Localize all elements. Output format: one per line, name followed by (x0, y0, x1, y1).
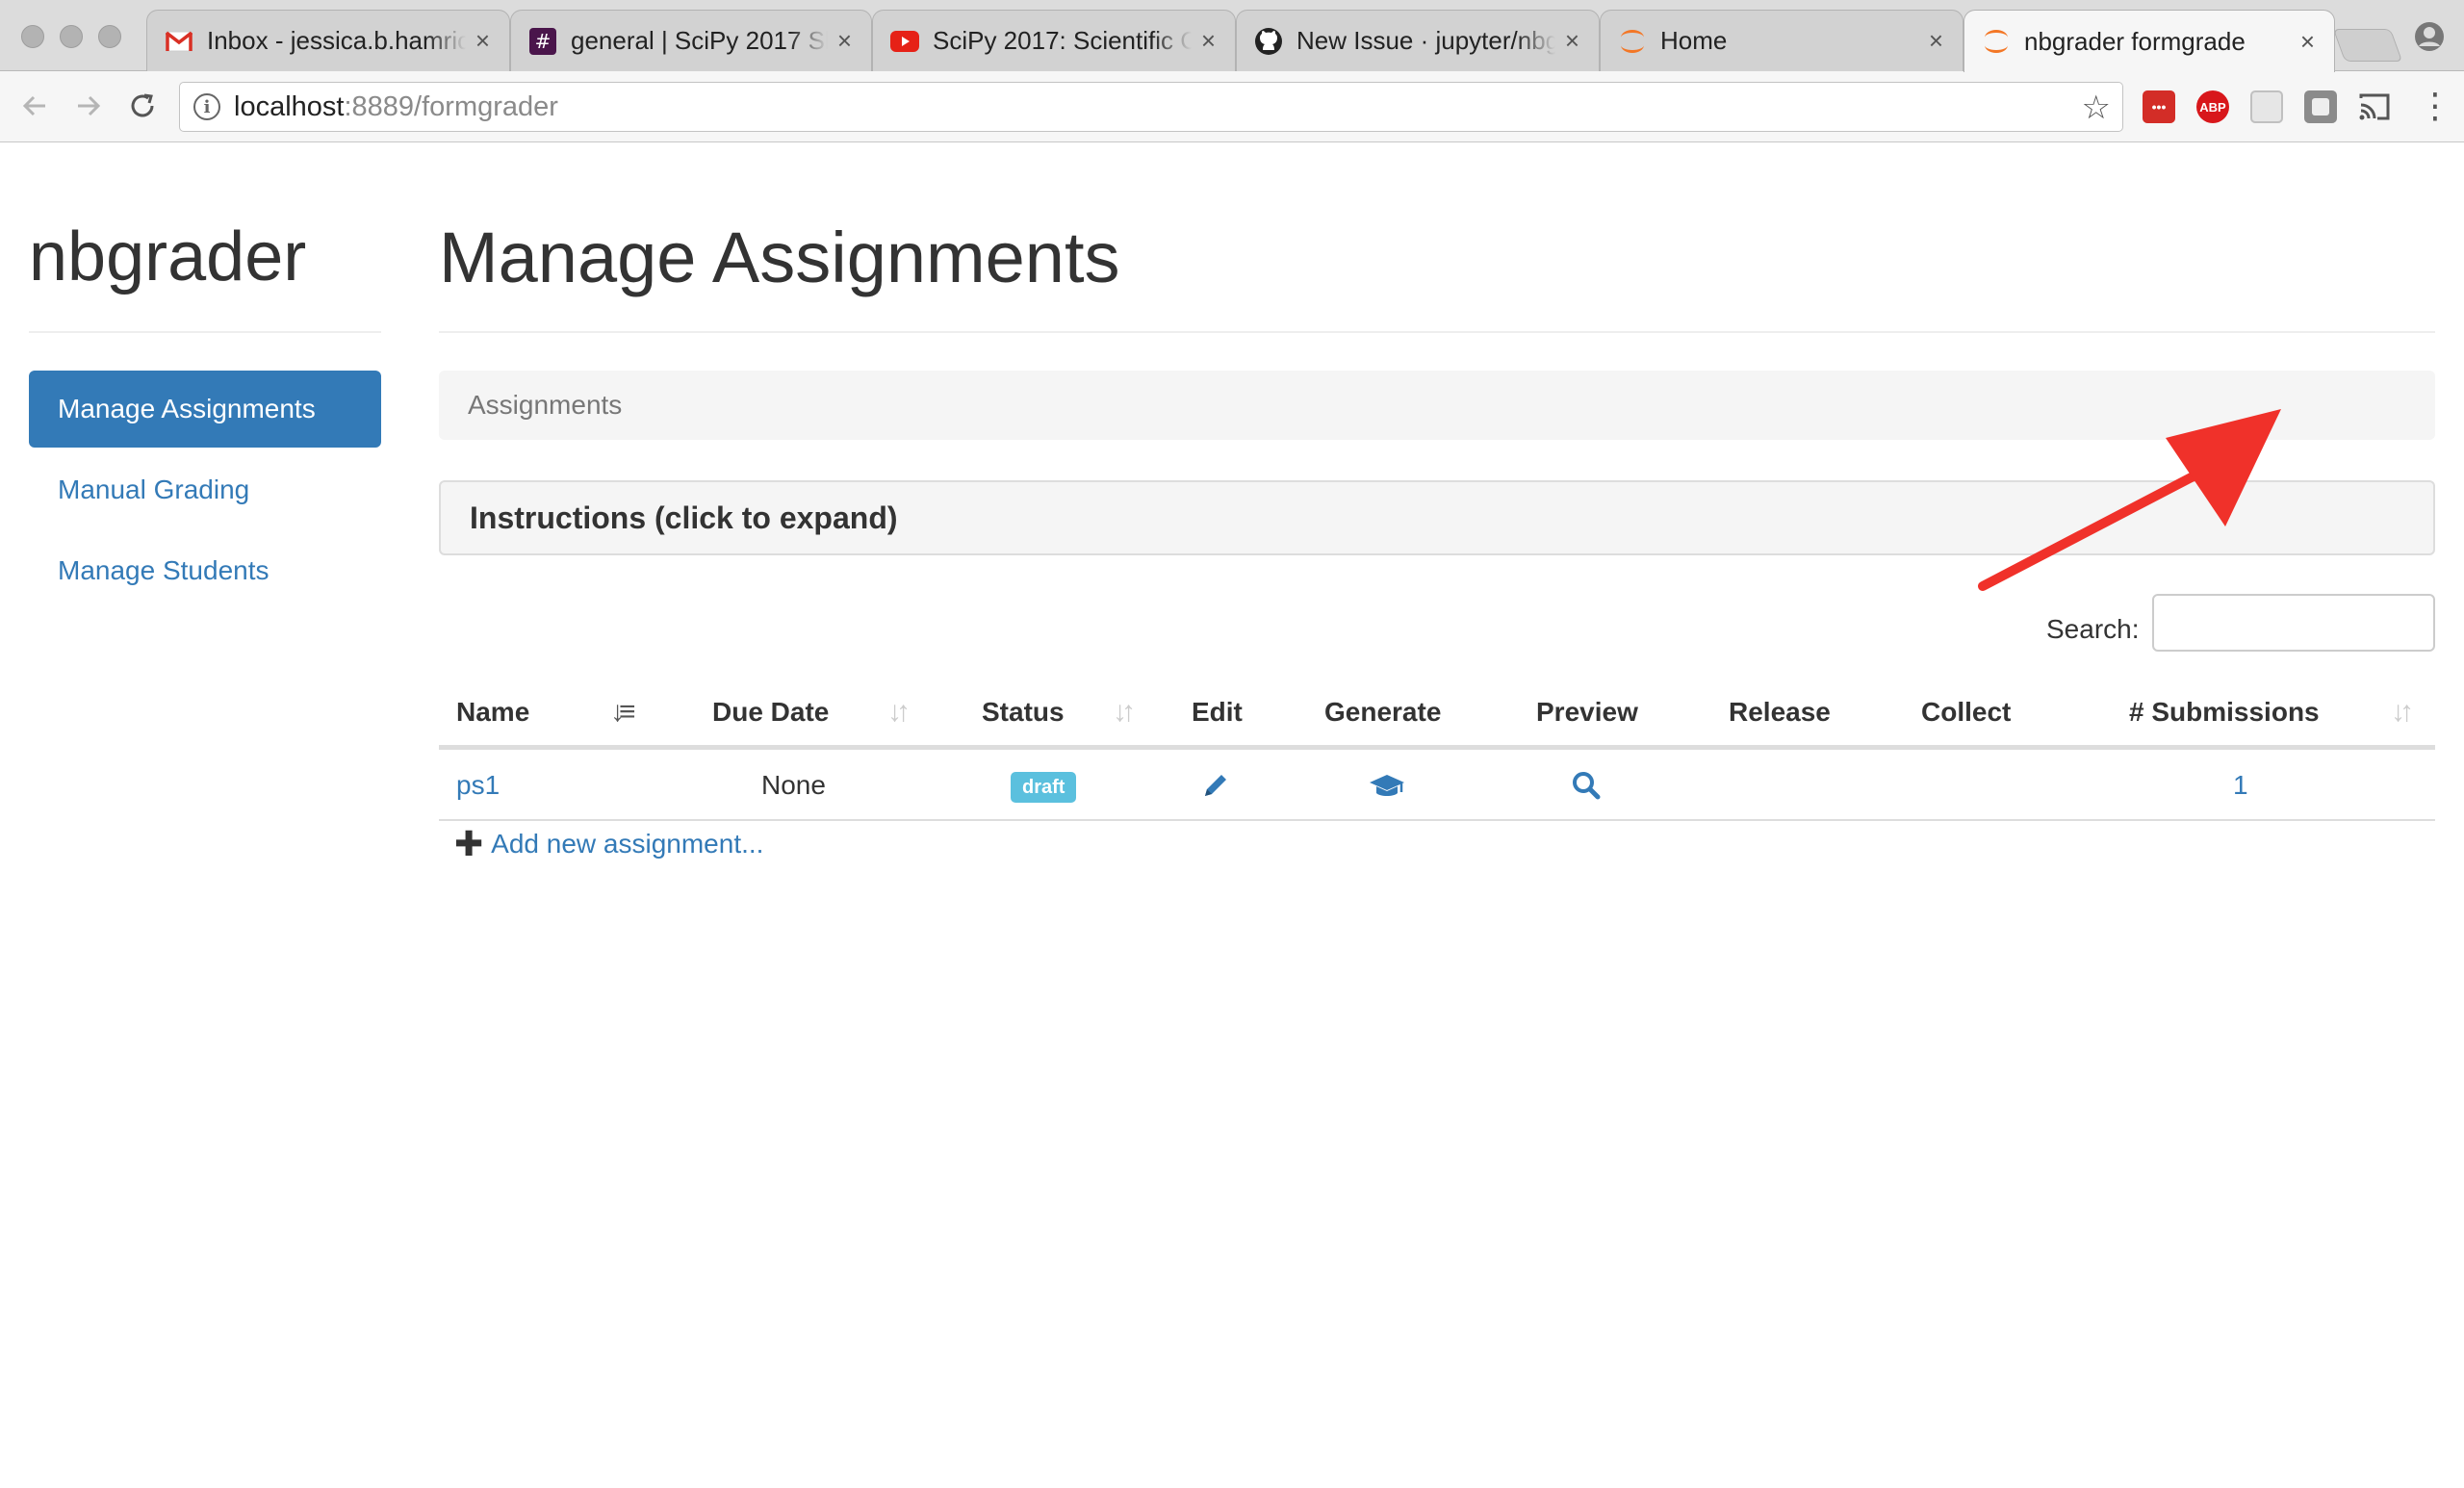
gmail-icon (165, 27, 193, 56)
cast-icon[interactable] (2358, 90, 2391, 123)
bookmark-extension-icon[interactable] (2250, 90, 2283, 123)
pencil-icon[interactable] (1199, 769, 1232, 802)
annotation-arrow-icon (1978, 409, 2281, 591)
svg-text:#: # (535, 30, 552, 53)
submissions-count-link[interactable]: 1 (2233, 750, 2248, 821)
column-header-due-date[interactable]: Due Date (712, 675, 829, 750)
more-vert-icon[interactable]: ⋮ (2418, 87, 2452, 125)
sidebar-item-manage-assignments[interactable]: Manage Assignments (29, 371, 381, 448)
browser-tab-slack[interactable]: # general | SciPy 2017 Slack × (510, 10, 872, 71)
add-assignment-button[interactable]: ✚ Add new assignment... (454, 827, 763, 861)
status-badge: draft (1011, 772, 1077, 803)
close-icon[interactable]: × (1929, 26, 1943, 56)
table-row: ps1 None draft 1 (439, 750, 2435, 821)
search-label: Search: (2046, 614, 2140, 644)
browser-tab-home[interactable]: Home × (1600, 10, 1964, 71)
reload-icon (131, 93, 154, 117)
search-input[interactable] (2152, 594, 2435, 652)
column-header-release: Release (1729, 697, 1831, 727)
sort-icon[interactable]: ↓↑ (887, 675, 911, 750)
tab-title: general | SciPy 2017 Slack (571, 26, 828, 55)
assignments-table: Name ↓≡ Due Date ↓↑ Status ↓↑ Edit Gener… (439, 675, 2435, 821)
browser-tab-nbgrader[interactable]: nbgrader formgrade × (1964, 10, 2335, 72)
tab-title: Inbox - jessica.b.hamrick (207, 26, 466, 55)
column-header-collect: Collect (1921, 697, 2012, 727)
youtube-icon (890, 27, 919, 56)
title-divider (439, 331, 2435, 333)
table-header: Name ↓≡ Due Date ↓↑ Status ↓↑ Edit Gener… (439, 675, 2435, 750)
search-icon[interactable] (1570, 769, 1603, 802)
arrow-left-icon (22, 95, 45, 116)
close-icon[interactable]: × (1201, 26, 1216, 56)
window-zoom-button[interactable] (98, 25, 121, 48)
sort-icon[interactable]: ↓↑ (1113, 675, 1136, 750)
column-header-name[interactable]: Name (456, 675, 529, 750)
column-header-submissions[interactable]: # Submissions (2129, 675, 2320, 750)
jupyter-icon (1618, 27, 1647, 56)
window-minimize-button[interactable] (60, 25, 83, 48)
column-header-edit: Edit (1192, 697, 1243, 727)
window-close-button[interactable] (21, 25, 44, 48)
jupyter-icon (1982, 27, 2011, 56)
profile-icon[interactable] (2414, 21, 2445, 52)
sidebar-item-manual-grading[interactable]: Manual Grading (29, 451, 381, 528)
url-host: localhost (234, 90, 345, 122)
extension-icon[interactable] (2304, 90, 2337, 123)
browser-toolbar: i localhost :8889/formgrader ☆ ••• ABP ⋮ (0, 71, 2464, 142)
assignment-due-date: None (761, 770, 826, 800)
info-icon[interactable]: i (193, 93, 220, 120)
browser-tab-github[interactable]: New Issue · jupyter/nbgrader × (1236, 10, 1600, 71)
slack-icon: # (528, 27, 557, 56)
star-icon[interactable]: ☆ (2082, 89, 2111, 127)
tab-title: Home (1660, 26, 1728, 55)
breadcrumb-item-assignments: Assignments (468, 390, 623, 420)
sidebar-divider (29, 331, 381, 333)
reload-button[interactable] (123, 87, 162, 125)
address-bar[interactable]: i localhost :8889/formgrader ☆ (179, 82, 2123, 132)
arrow-right-icon (78, 95, 101, 116)
browser-tab-youtube[interactable]: SciPy 2017: Scientific Computing × (872, 10, 1236, 71)
close-icon[interactable]: × (837, 26, 852, 56)
column-header-status[interactable]: Status (982, 675, 1065, 750)
brand-title: nbgrader (29, 218, 307, 295)
browser-tab-gmail[interactable]: Inbox - jessica.b.hamrick × (146, 10, 510, 71)
close-icon[interactable]: × (1565, 26, 1579, 56)
page-content: nbgrader Manage Assignments Manual Gradi… (0, 143, 2464, 1488)
plus-icon: ✚ (454, 824, 484, 863)
github-icon (1254, 27, 1283, 56)
browser-tab-strip: Inbox - jessica.b.hamrick × # general | … (0, 0, 2464, 72)
adblock-label: ABP (2199, 99, 2226, 115)
sidebar-nav: Manage Assignments Manual Grading Manage… (29, 371, 381, 613)
forward-button[interactable] (69, 87, 108, 125)
adblock-plus-extension-icon[interactable]: ABP (2196, 90, 2229, 123)
column-header-preview: Preview (1536, 697, 1638, 727)
graduation-cap-icon[interactable] (1368, 769, 1406, 802)
close-icon[interactable]: × (2300, 27, 2315, 57)
tab-title: New Issue · jupyter/nbgrader (1296, 26, 1555, 55)
sort-icon[interactable]: ↓↑ (2391, 675, 2414, 750)
column-header-generate: Generate (1324, 697, 1442, 727)
page-title: Manage Assignments (439, 218, 1120, 297)
lastpass-label: ••• (2151, 99, 2167, 115)
new-tab-button[interactable] (2332, 29, 2403, 62)
sidebar-item-manage-students[interactable]: Manage Students (29, 532, 381, 609)
tab-title: SciPy 2017: Scientific Computing (933, 26, 1192, 55)
assignment-name-link[interactable]: ps1 (456, 750, 500, 821)
sort-desc-icon[interactable]: ↓≡ (610, 675, 635, 750)
add-assignment-label: Add new assignment... (491, 829, 764, 859)
close-icon[interactable]: × (475, 26, 490, 56)
tab-title: nbgrader formgrade (2024, 26, 2246, 56)
url-path: :8889/formgrader (344, 90, 558, 122)
back-button[interactable] (15, 87, 54, 125)
lastpass-extension-icon[interactable]: ••• (2143, 90, 2175, 123)
